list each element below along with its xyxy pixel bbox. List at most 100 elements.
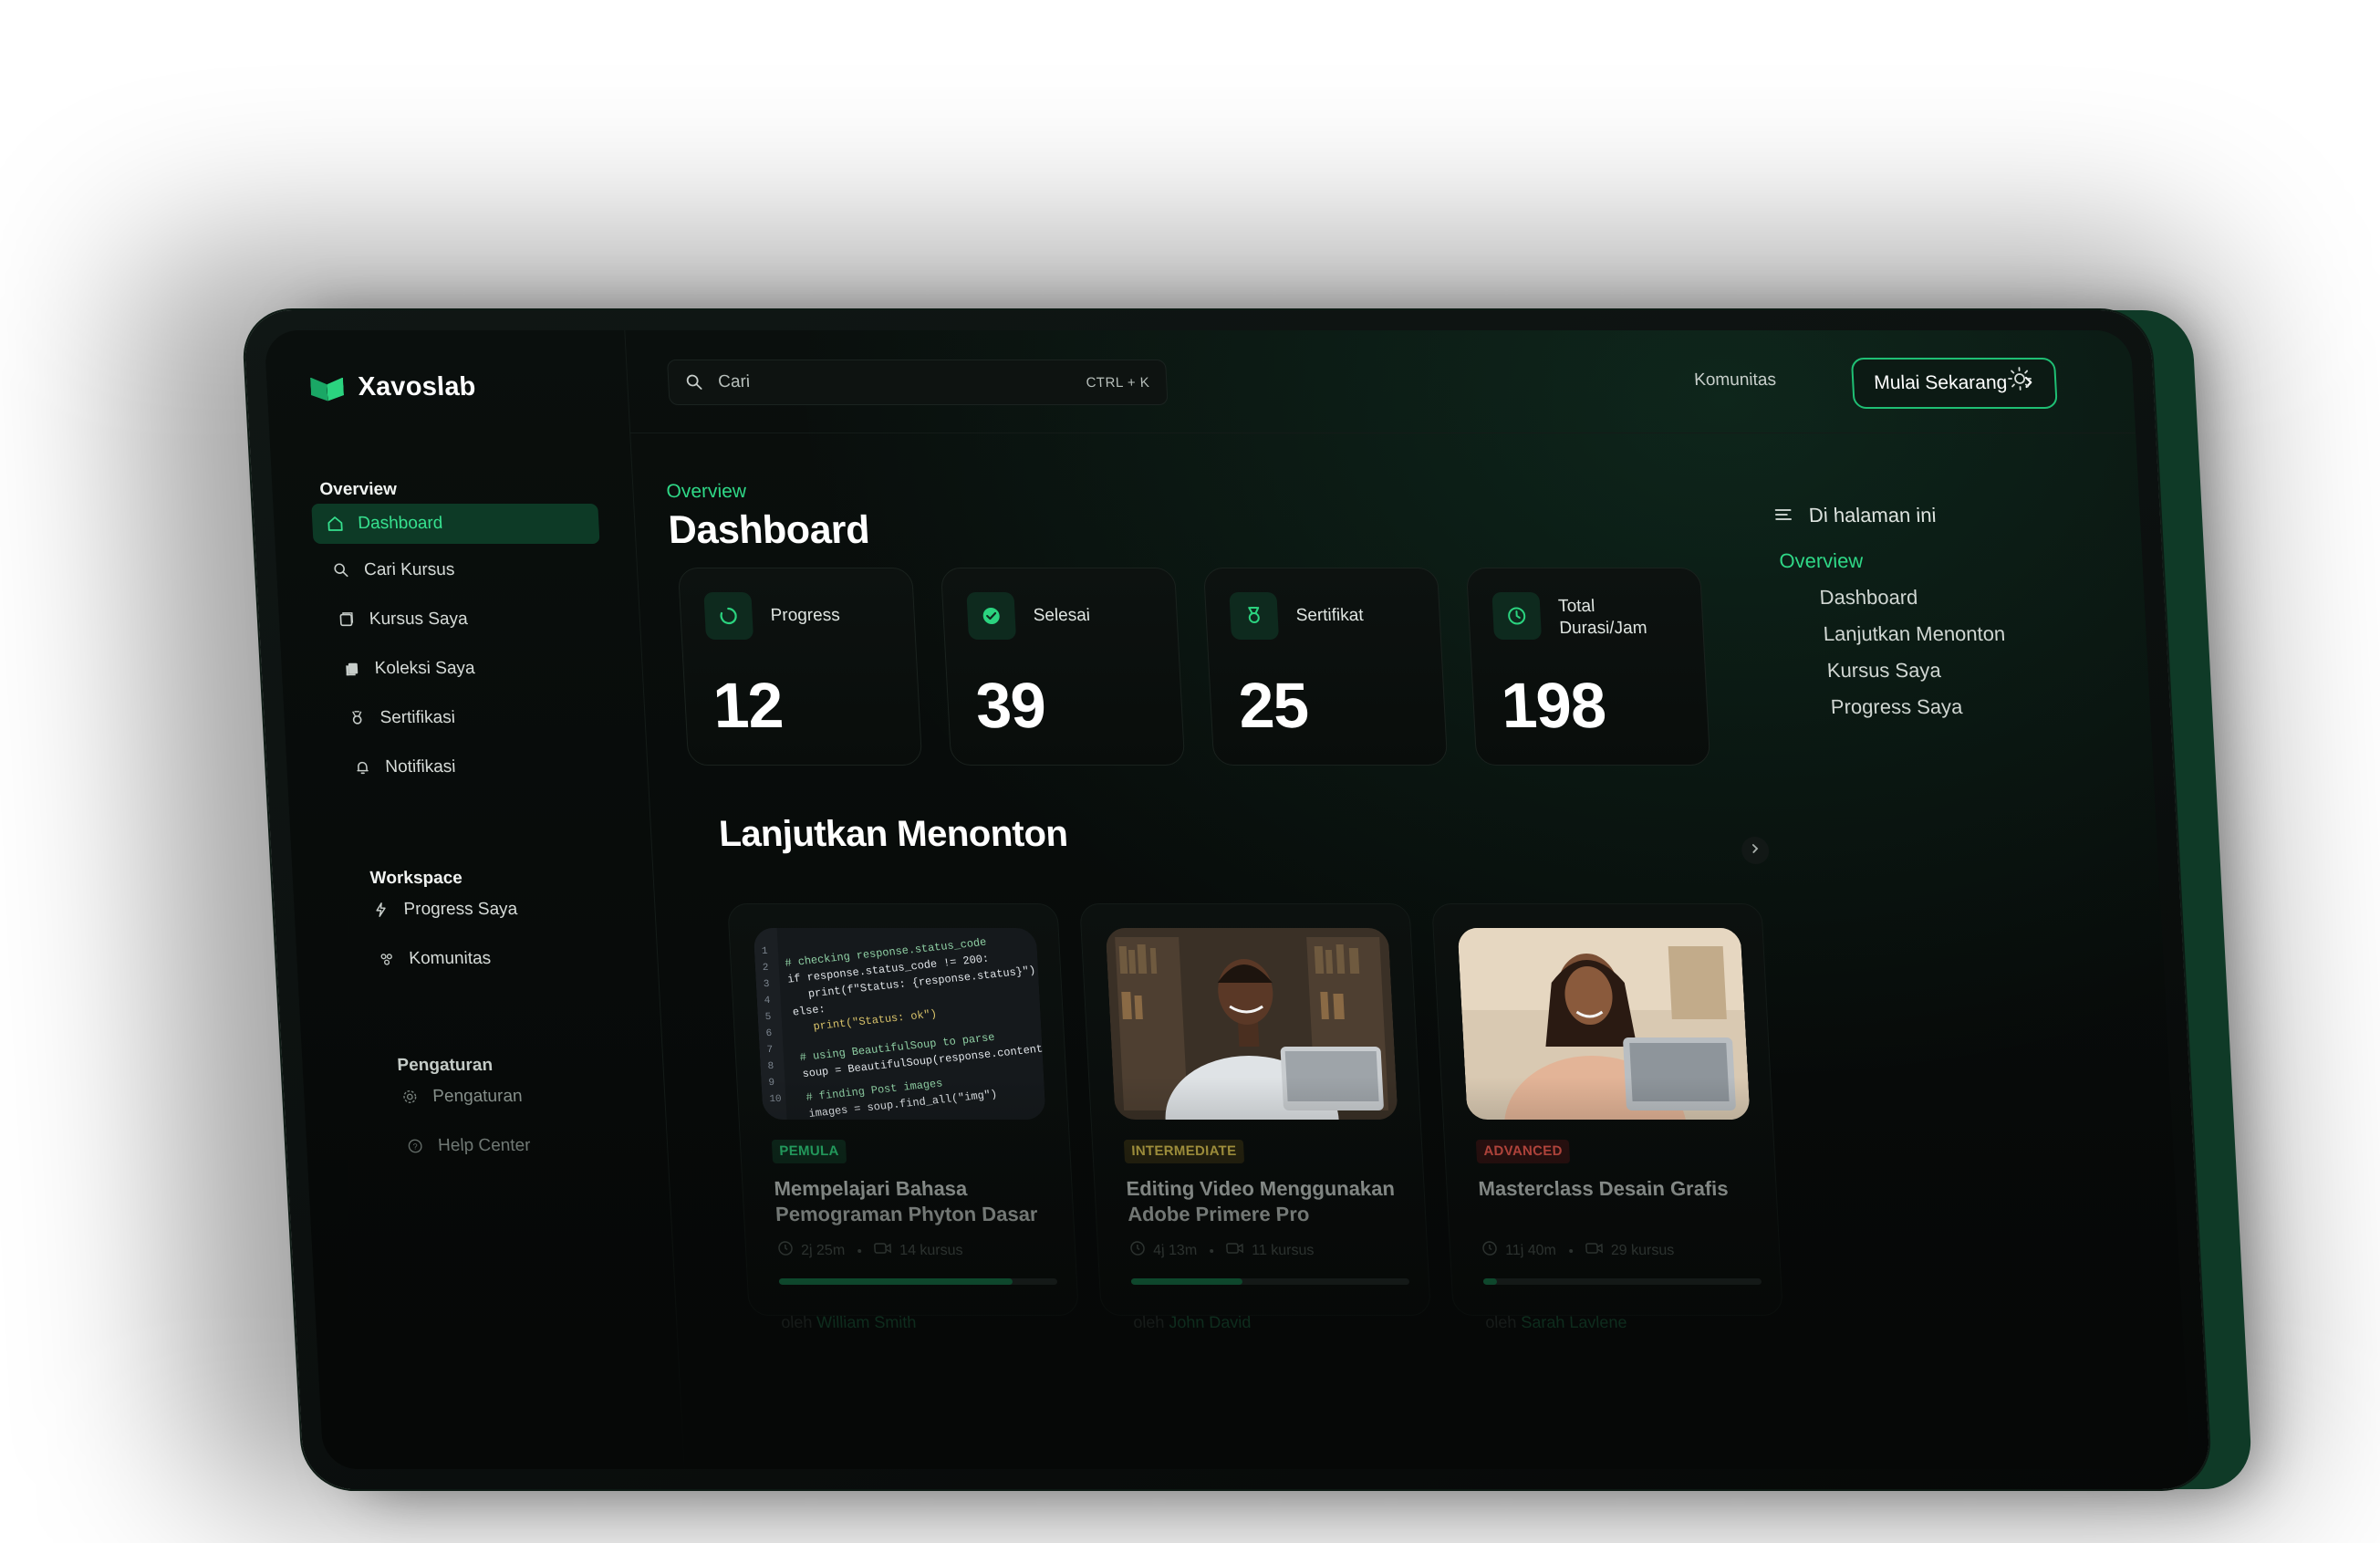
sidebar-item-label: Sertifikasi [379,708,456,727]
chevron-right-icon [1750,842,1762,859]
brand-name: Xavoslab [357,372,477,401]
toc-heading-label: Di halaman ini [1808,504,1937,526]
course-meta: 11j 40m 29 kursus [1481,1240,1675,1261]
carousel-next-button[interactable] [1741,837,1770,864]
svg-text:6: 6 [765,1028,772,1039]
search-icon [331,560,352,580]
toc-item-kursus-saya[interactable]: Kursus Saya [1826,659,1941,683]
video-icon [1585,1241,1604,1260]
course-duration: 2j 25m [800,1242,846,1258]
stat-label: Selesai [1033,606,1091,625]
start-now-label: Mulai Sekarang [1873,372,2008,393]
svg-text:?: ? [412,1142,418,1152]
sidebar-item-koleksi-saya[interactable]: Koleksi Saya [341,649,476,689]
course-duration: 4j 13m [1152,1242,1198,1258]
sidebar-item-kursus-saya[interactable]: Kursus Saya [336,599,469,640]
course-lessons: 29 kursus [1610,1242,1675,1258]
sidebar-item-help-center[interactable]: ? Help Center [404,1126,532,1166]
course-thumbnail-man-laptop [1105,928,1398,1120]
continue-watching-title: Lanjutkan Menonton [718,814,1069,854]
svg-text:1: 1 [762,946,769,957]
sidebar-item-progress-saya[interactable]: Progress Saya [369,890,518,930]
toc-heading: Di halaman ini [1773,504,1937,527]
stat-card-sertifikat: Sertifikat 25 [1202,568,1449,766]
stat-value: 25 [1236,670,1310,741]
svg-text:4: 4 [764,996,772,1006]
brand-logo-icon [310,374,347,401]
community-link[interactable]: Komunitas [1694,370,1777,391]
level-badge: ADVANCED [1475,1140,1571,1163]
spinner-icon [703,592,754,640]
course-title: Mempelajari Bahasa Pemograman Phyton Das… [773,1177,1039,1225]
sidebar-item-cari-kursus[interactable]: Cari Kursus [330,550,456,590]
level-badge: PEMULA [771,1140,847,1163]
course-lessons: 14 kursus [899,1242,963,1258]
breadcrumb[interactable]: Overview [666,481,747,503]
video-icon [874,1241,893,1260]
sidebar-item-label: Help Center [437,1136,532,1155]
device-frame: Xavoslab Overview Dashboard Cari Kursus [243,310,2211,1489]
course-card[interactable]: ADVANCED Masterclass Desain Grafis 11j 4… [1431,903,1783,1331]
nav-heading-pengaturan: Pengaturan [396,1056,494,1075]
svg-text:3: 3 [764,979,770,990]
sidebar-item-notifikasi[interactable]: Notifikasi [351,747,456,787]
course-progress-bar [1130,1278,1410,1285]
stat-card-durasi: Total Durasi/Jam 198 [1465,568,1711,766]
sidebar-item-label: Dashboard [357,514,443,533]
stat-label: Total Durasi/Jam [1557,597,1648,638]
toc-item-progress-saya[interactable]: Progress Saya [1830,695,1963,719]
author-prefix: oleh [1484,1313,1517,1331]
sidebar-item-label: Kursus Saya [369,610,469,629]
nav-heading-workspace: Workspace [369,869,463,888]
svg-text:2: 2 [763,963,769,974]
svg-text:8: 8 [767,1061,774,1072]
toc-item-overview[interactable]: Overview [1779,549,1864,573]
course-thumbnail-code: 1 2 3 4 5 6 7 8 9 10 # checking response.status_c… [753,928,1046,1120]
course-author: oleh John David [1133,1313,1252,1332]
svg-text:7: 7 [766,1045,773,1056]
sidebar-item-komunitas[interactable]: Komunitas [375,939,492,979]
sidebar-item-sertifikasi[interactable]: Sertifikasi [346,698,456,738]
check-circle-icon [966,592,1017,640]
video-icon [1226,1241,1245,1260]
course-card[interactable]: INTERMEDIATE Editing Video Menggunakan A… [1079,903,1431,1331]
clock-icon [1491,592,1543,640]
collection-icon [341,659,362,679]
level-badge: INTERMEDIATE [1123,1140,1245,1163]
author-name[interactable]: William Smith [816,1313,917,1331]
course-title: Masterclass Desain Grafis [1477,1177,1730,1200]
search-placeholder: Cari [717,372,751,391]
course-author: oleh Sarah Lavlene [1485,1313,1627,1332]
bell-icon [352,757,373,777]
users-icon [376,949,397,969]
gear-icon [400,1087,421,1107]
home-icon [325,514,346,534]
brand[interactable]: Xavoslab [310,372,477,402]
sun-icon [2006,366,2033,396]
search-input[interactable]: Cari CTRL + K [666,360,1169,405]
course-card[interactable]: 1 2 3 4 5 6 7 8 9 10 # checking response.status_c… [727,903,1079,1331]
theme-toggle-button[interactable] [2003,365,2036,396]
stat-card-progress: Progress 12 [677,568,923,766]
course-duration: 11j 40m [1504,1242,1557,1258]
help-icon: ? [405,1136,426,1156]
sidebar-item-label: Komunitas [408,949,492,968]
course-thumbnail-woman-laptop [1457,928,1751,1120]
course-title: Editing Video Menggunakan Adobe Primere … [1125,1177,1396,1225]
course-author: oleh William Smith [781,1313,917,1332]
course-lessons: 11 kursus [1251,1242,1315,1258]
course-progress-bar [1482,1278,1762,1285]
toc-item-lanjutkan-menonton[interactable]: Lanjutkan Menonton [1823,622,2006,646]
sidebar-item-label: Pengaturan [431,1087,524,1106]
sidebar-item-dashboard[interactable]: Dashboard [311,504,600,544]
author-prefix: oleh [1132,1313,1165,1331]
sidebar-item-pengaturan[interactable]: Pengaturan [399,1077,524,1117]
bolt-icon [370,900,391,920]
stat-label: Progress [770,606,841,625]
sidebar-item-label: Cari Kursus [363,560,455,579]
toc-item-dashboard[interactable]: Dashboard [1819,586,1918,610]
author-name[interactable]: John David [1169,1313,1252,1331]
course-meta: 4j 13m 11 kursus [1129,1240,1315,1261]
certificate-icon [347,708,368,728]
author-name[interactable]: Sarah Lavlene [1521,1313,1627,1331]
